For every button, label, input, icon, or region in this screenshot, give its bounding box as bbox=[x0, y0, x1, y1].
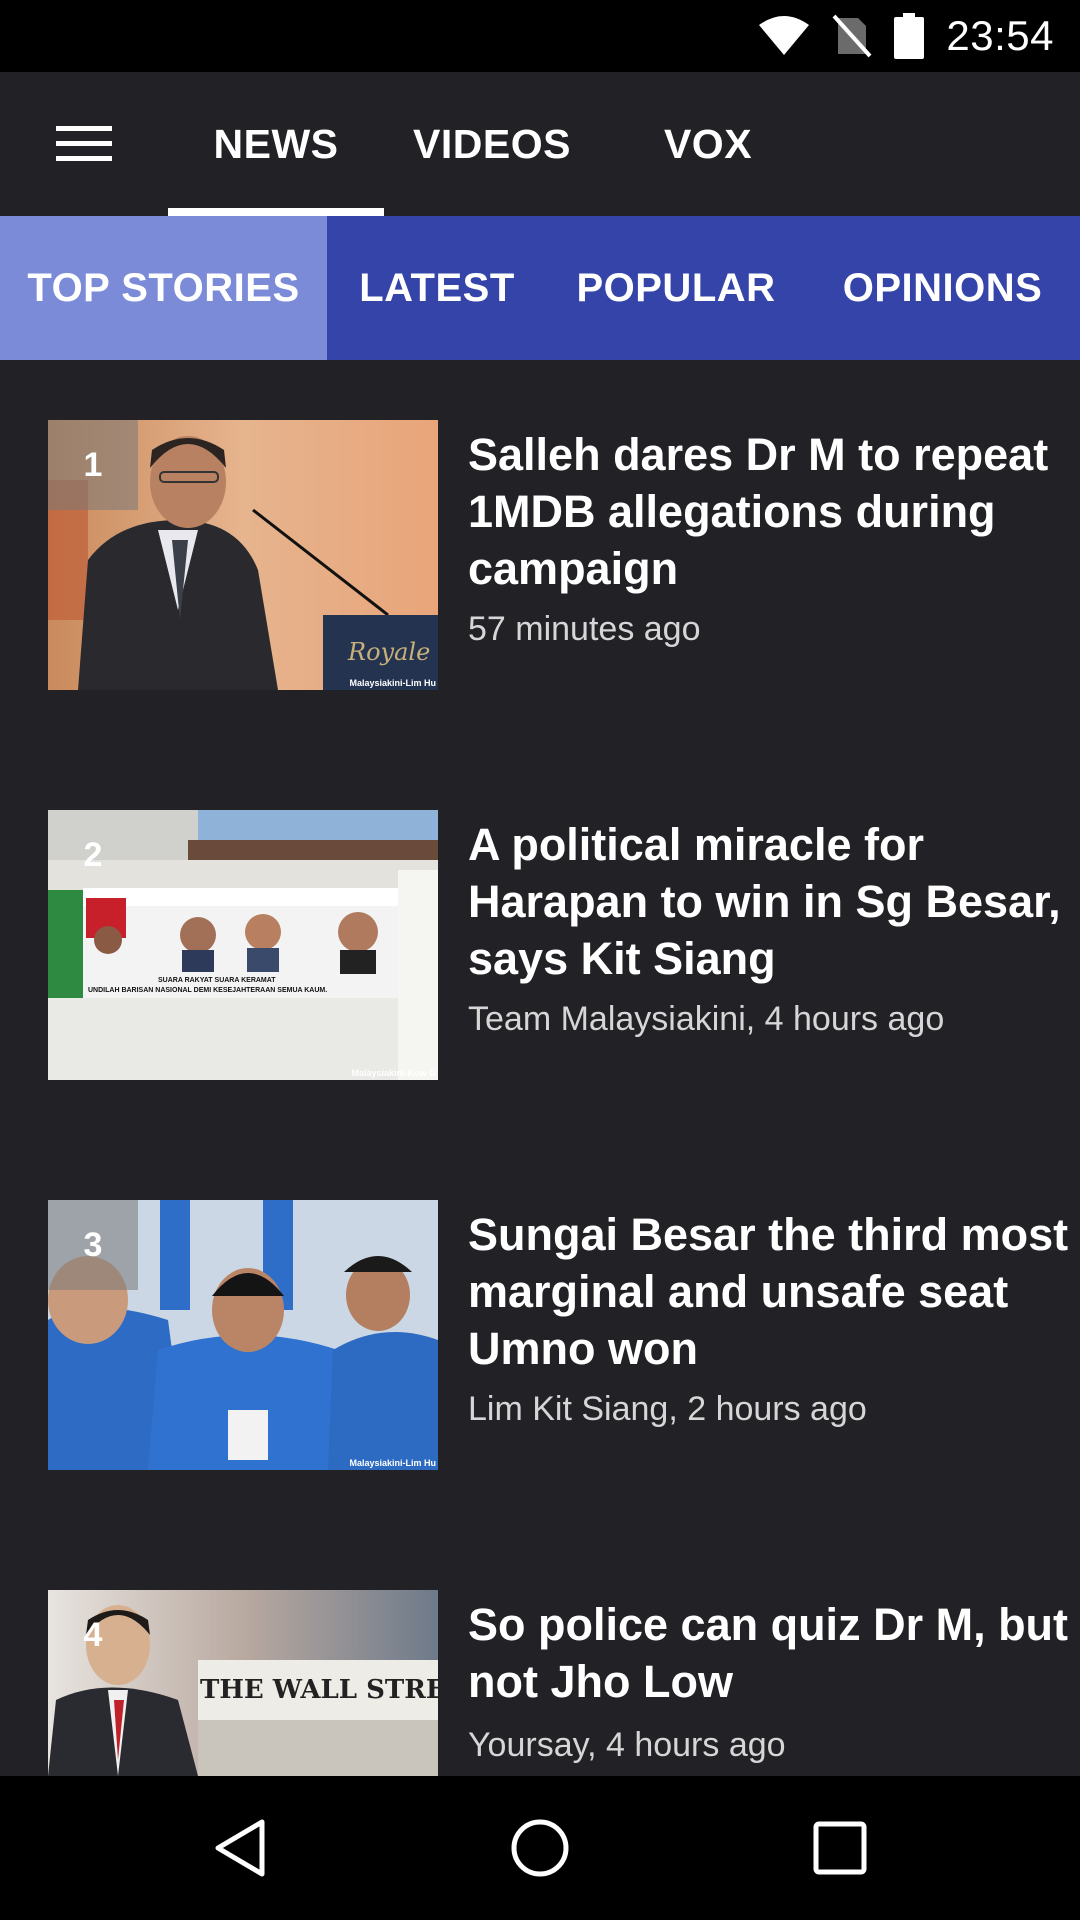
story-thumbnail: Royale Chu 1 Malaysiakini-Lim Hu bbox=[48, 420, 438, 690]
story-item[interactable]: Royale Chu 1 Malaysiakini-Lim Hu Salleh … bbox=[48, 420, 1048, 692]
story-meta: 57 minutes ago bbox=[468, 610, 701, 648]
story-headline: So police can quiz Dr M, but not Jho Low bbox=[468, 1599, 1069, 1707]
photo-credit: Malaysiakini-Lim Hu bbox=[349, 1458, 436, 1468]
tab-videos[interactable]: VIDEOS bbox=[384, 72, 600, 216]
banner-text: UNDILAH BARISAN NASIONAL DEMI KESEJAHTER… bbox=[88, 987, 327, 994]
story-thumbnail: 3 Malaysiakini-Lim Hu bbox=[48, 1200, 438, 1470]
story-thumbnail: THE WALL STREET JOURN 4 bbox=[48, 1590, 438, 1776]
tab-top-stories[interactable]: TOP STORIES bbox=[0, 216, 327, 360]
wifi-icon bbox=[758, 15, 810, 57]
rank-badge: 2 bbox=[83, 835, 103, 874]
back-icon[interactable] bbox=[190, 1798, 290, 1898]
category-tabs: TOP STORIES LATEST POPULAR OPINIONS bbox=[0, 216, 1080, 360]
story-headline: Salleh dares Dr M to repeat 1MDB allegat… bbox=[468, 429, 1049, 594]
story-headline: A political miracle for Harapan to win i… bbox=[468, 819, 1061, 984]
story-item[interactable]: THE WALL STREET JOURN 4 So police can qu… bbox=[48, 1590, 1068, 1776]
story-item[interactable]: SUARA RAKYAT SUARA KERAMAT UNDILAH BARIS… bbox=[48, 810, 1061, 1082]
story-list[interactable]: Royale Chu 1 Malaysiakini-Lim Hu Salleh … bbox=[0, 360, 1080, 1776]
story-meta: Lim Kit Siang, 2 hours ago bbox=[468, 1390, 867, 1428]
top-navigation: NEWS VIDEOS VOX bbox=[0, 72, 1080, 216]
tab-vox[interactable]: VOX bbox=[600, 72, 816, 216]
tab-news[interactable]: NEWS bbox=[168, 72, 384, 216]
home-icon[interactable] bbox=[490, 1798, 590, 1898]
photo-credit: Malaysiakini-Kow G bbox=[351, 1068, 436, 1078]
recents-icon[interactable] bbox=[790, 1798, 890, 1898]
story-meta: Yoursay, 4 hours ago bbox=[468, 1726, 786, 1764]
rank-badge: 3 bbox=[48, 1200, 138, 1290]
hamburger-menu-icon[interactable] bbox=[36, 108, 132, 180]
status-bar: 23:54 bbox=[0, 0, 1080, 72]
tab-latest[interactable]: LATEST bbox=[327, 216, 547, 360]
tab-opinions[interactable]: OPINIONS bbox=[805, 216, 1080, 360]
podium-text: Royale Chu bbox=[347, 638, 438, 666]
story-item[interactable]: 3 Malaysiakini-Lim Hu Sungai Besar the t… bbox=[48, 1200, 1068, 1472]
rank-badge: 4 bbox=[83, 1615, 103, 1654]
photo-credit: Malaysiakini-Lim Hu bbox=[349, 678, 436, 688]
system-navigation-bar bbox=[0, 1776, 1080, 1920]
story-headline: Sungai Besar the third most marginal and… bbox=[468, 1209, 1069, 1374]
tab-popular[interactable]: POPULAR bbox=[547, 216, 805, 360]
story-meta: Team Malaysiakini, 4 hours ago bbox=[468, 1000, 945, 1038]
battery-icon bbox=[894, 13, 925, 59]
rank-badge: 1 bbox=[48, 420, 138, 510]
no-sim-icon bbox=[832, 14, 872, 58]
story-thumbnail: SUARA RAKYAT SUARA KERAMAT UNDILAH BARIS… bbox=[48, 810, 438, 1080]
newspaper-text: THE WALL STREET JOURN bbox=[200, 1675, 438, 1705]
banner-text: SUARA RAKYAT SUARA KERAMAT bbox=[158, 977, 276, 984]
clock: 23:54 bbox=[946, 12, 1054, 59]
